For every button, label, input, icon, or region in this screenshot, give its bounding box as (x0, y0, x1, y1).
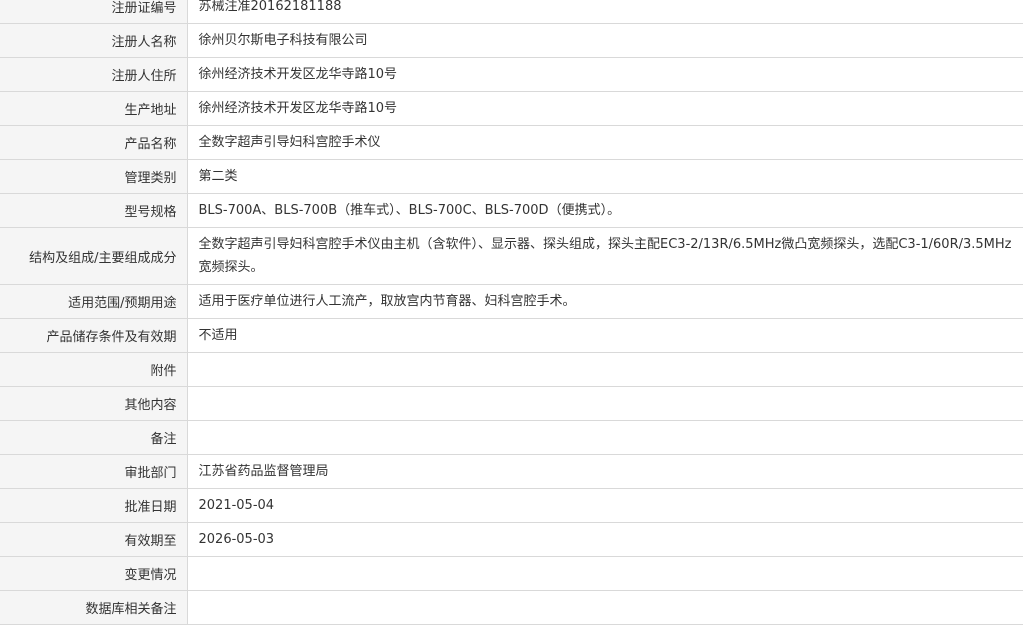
table-row: 型号规格 BLS-700A、BLS-700B（推车式）、BLS-700C、BLS… (0, 193, 1023, 228)
row-value: 全数字超声引导妇科宫腔手术仪 (187, 125, 1023, 160)
table-row: 产品名称 全数字超声引导妇科宫腔手术仪 (0, 125, 1023, 160)
row-value: 第二类 (187, 159, 1023, 194)
row-label: 注册人住所 (0, 57, 188, 92)
table-row: 注册证编号 苏械注准20162181188 (0, 0, 1023, 24)
row-value: 2026-05-03 (187, 522, 1023, 557)
row-value: 适用于医疗单位进行人工流产，取放宫内节育器、妇科宫腔手术。 (187, 284, 1023, 319)
row-value: 徐州经济技术开发区龙华寺路10号 (187, 57, 1023, 92)
row-label: 适用范围/预期用途 (0, 284, 188, 319)
table-row: 适用范围/预期用途 适用于医疗单位进行人工流产，取放宫内节育器、妇科宫腔手术。 (0, 284, 1023, 319)
row-label: 批准日期 (0, 488, 188, 523)
row-label: 变更情况 (0, 556, 188, 591)
table-row: 产品储存条件及有效期 不适用 (0, 318, 1023, 353)
table-row: 有效期至 2026-05-03 (0, 522, 1023, 557)
table-row: 批准日期 2021-05-04 (0, 488, 1023, 523)
registration-record-table: 注册证编号 苏械注准20162181188 注册人名称 徐州贝尔斯电子科技有限公… (0, 0, 1023, 625)
row-value: 不适用 (187, 318, 1023, 353)
table-row: 结构及组成/主要组成成分 全数字超声引导妇科宫腔手术仪由主机（含软件）、显示器、… (0, 227, 1023, 285)
table-row: 管理类别 第二类 (0, 159, 1023, 194)
row-label: 产品名称 (0, 125, 188, 160)
row-value (187, 590, 1023, 625)
table-row: 数据库相关备注 (0, 590, 1023, 625)
row-label: 审批部门 (0, 454, 188, 489)
row-label: 管理类别 (0, 159, 188, 194)
table-row: 备注 (0, 420, 1023, 455)
table-row: 注册人名称 徐州贝尔斯电子科技有限公司 (0, 23, 1023, 58)
row-label: 生产地址 (0, 91, 188, 126)
row-label: 数据库相关备注 (0, 590, 188, 625)
row-value: 江苏省药品监督管理局 (187, 454, 1023, 489)
row-value: 徐州贝尔斯电子科技有限公司 (187, 23, 1023, 58)
row-value: 苏械注准20162181188 (187, 0, 1023, 24)
table-row: 变更情况 (0, 556, 1023, 591)
table-row: 审批部门 江苏省药品监督管理局 (0, 454, 1023, 489)
table-row: 附件 (0, 352, 1023, 387)
row-value: 2021-05-04 (187, 488, 1023, 523)
row-value (187, 420, 1023, 455)
table-row: 生产地址 徐州经济技术开发区龙华寺路10号 (0, 91, 1023, 126)
row-value (187, 352, 1023, 387)
row-value (187, 386, 1023, 421)
row-value: 徐州经济技术开发区龙华寺路10号 (187, 91, 1023, 126)
row-value: 全数字超声引导妇科宫腔手术仪由主机（含软件）、显示器、探头组成，探头主配EC3-… (187, 227, 1023, 285)
row-value: BLS-700A、BLS-700B（推车式）、BLS-700C、BLS-700D… (187, 193, 1023, 228)
row-label: 其他内容 (0, 386, 188, 421)
row-value (187, 556, 1023, 591)
row-label: 型号规格 (0, 193, 188, 228)
row-label: 注册人名称 (0, 23, 188, 58)
row-label: 附件 (0, 352, 188, 387)
row-label: 有效期至 (0, 522, 188, 557)
row-label: 产品储存条件及有效期 (0, 318, 188, 353)
row-label: 结构及组成/主要组成成分 (0, 227, 188, 285)
row-label: 备注 (0, 420, 188, 455)
row-label: 注册证编号 (0, 0, 188, 24)
table-row: 注册人住所 徐州经济技术开发区龙华寺路10号 (0, 57, 1023, 92)
table-row: 其他内容 (0, 386, 1023, 421)
